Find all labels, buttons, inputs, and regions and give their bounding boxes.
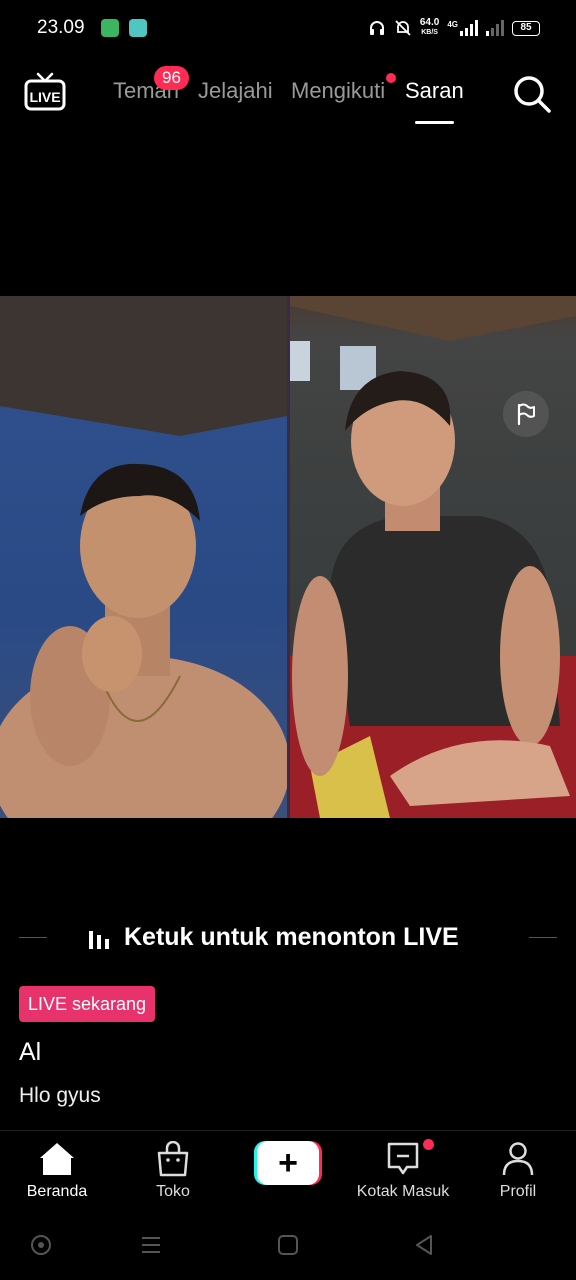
svg-text:LIVE: LIVE [29, 89, 60, 105]
nav-kotak-masuk[interactable]: Kotak Masuk [348, 1141, 458, 1201]
divider-line-right [529, 937, 557, 938]
signal-no-service-icon [486, 20, 504, 36]
home-button-icon[interactable] [277, 1234, 299, 1256]
chat-app-icon [129, 19, 147, 37]
signal-4g-icon: 4G [447, 20, 478, 36]
guest-streamer-image [290, 296, 576, 818]
tab-saran[interactable]: Saran [405, 78, 464, 104]
headphones-icon [369, 21, 384, 35]
report-flag-button[interactable] [503, 391, 549, 437]
divider-line-left [19, 937, 47, 938]
nav-label-toko: Toko [156, 1183, 190, 1200]
tab-jelajahi[interactable]: Jelajahi [198, 78, 273, 104]
network-speed: 64.0 KB/S [419, 17, 440, 37]
friends-notification-badge: 96 [154, 66, 189, 90]
active-tab-indicator [415, 121, 454, 124]
inbox-notification-dot [423, 1139, 434, 1150]
status-bar: 23.09 64.0 KB/S 4G 85 [0, 0, 576, 56]
live-tv-icon[interactable]: LIVE [24, 72, 66, 112]
top-nav: LIVE Teman 96 Jelajahi Mengikuti Saran [0, 56, 576, 136]
nav-profil[interactable]: Profil [463, 1141, 573, 1201]
create-button[interactable]: + [254, 1141, 322, 1185]
mute-bell-icon [395, 20, 411, 36]
nav-toko[interactable]: Toko [118, 1141, 228, 1201]
create-icon: + [257, 1141, 319, 1185]
streamer-username[interactable]: Al [19, 1038, 41, 1067]
watch-live-text: Ketuk untuk menonton LIVE [124, 923, 459, 951]
back-button-icon[interactable] [413, 1234, 435, 1256]
nav-beranda[interactable]: Beranda [2, 1141, 112, 1201]
live-video-guest [290, 296, 576, 818]
host-streamer-image [0, 296, 287, 818]
profile-icon [502, 1142, 534, 1176]
battery-indicator: 85 [512, 20, 540, 36]
status-time: 23.09 [37, 17, 85, 38]
tab-mengikuti[interactable]: Mengikuti [291, 78, 385, 104]
assistant-button-icon[interactable] [30, 1234, 52, 1256]
live-now-badge: LIVE sekarang [19, 986, 156, 1022]
flag-icon [517, 403, 535, 426]
live-video-preview[interactable] [0, 296, 576, 818]
bottom-nav: Beranda Toko + Kotak Masuk Profil [0, 1130, 576, 1214]
following-notification-dot [386, 73, 396, 83]
live-video-host [0, 296, 287, 818]
shield-app-icon [101, 19, 119, 37]
nav-label-profil: Profil [499, 1183, 537, 1200]
menu-button-icon[interactable] [140, 1234, 162, 1256]
status-indicators: 64.0 KB/S 4G 85 [368, 16, 540, 40]
shopping-bag-icon [157, 1141, 189, 1177]
nav-label-kotak-masuk: Kotak Masuk [356, 1183, 450, 1200]
watch-live-prompt[interactable]: Ketuk untuk menonton LIVE [0, 915, 576, 959]
live-caption: Hlo gyus [19, 1084, 101, 1107]
inbox-icon [387, 1142, 419, 1175]
nav-label-beranda: Beranda [26, 1183, 88, 1200]
system-nav-bar [0, 1214, 576, 1280]
home-icon [40, 1143, 74, 1175]
search-icon[interactable] [512, 74, 552, 114]
audio-bars-icon [89, 931, 109, 949]
